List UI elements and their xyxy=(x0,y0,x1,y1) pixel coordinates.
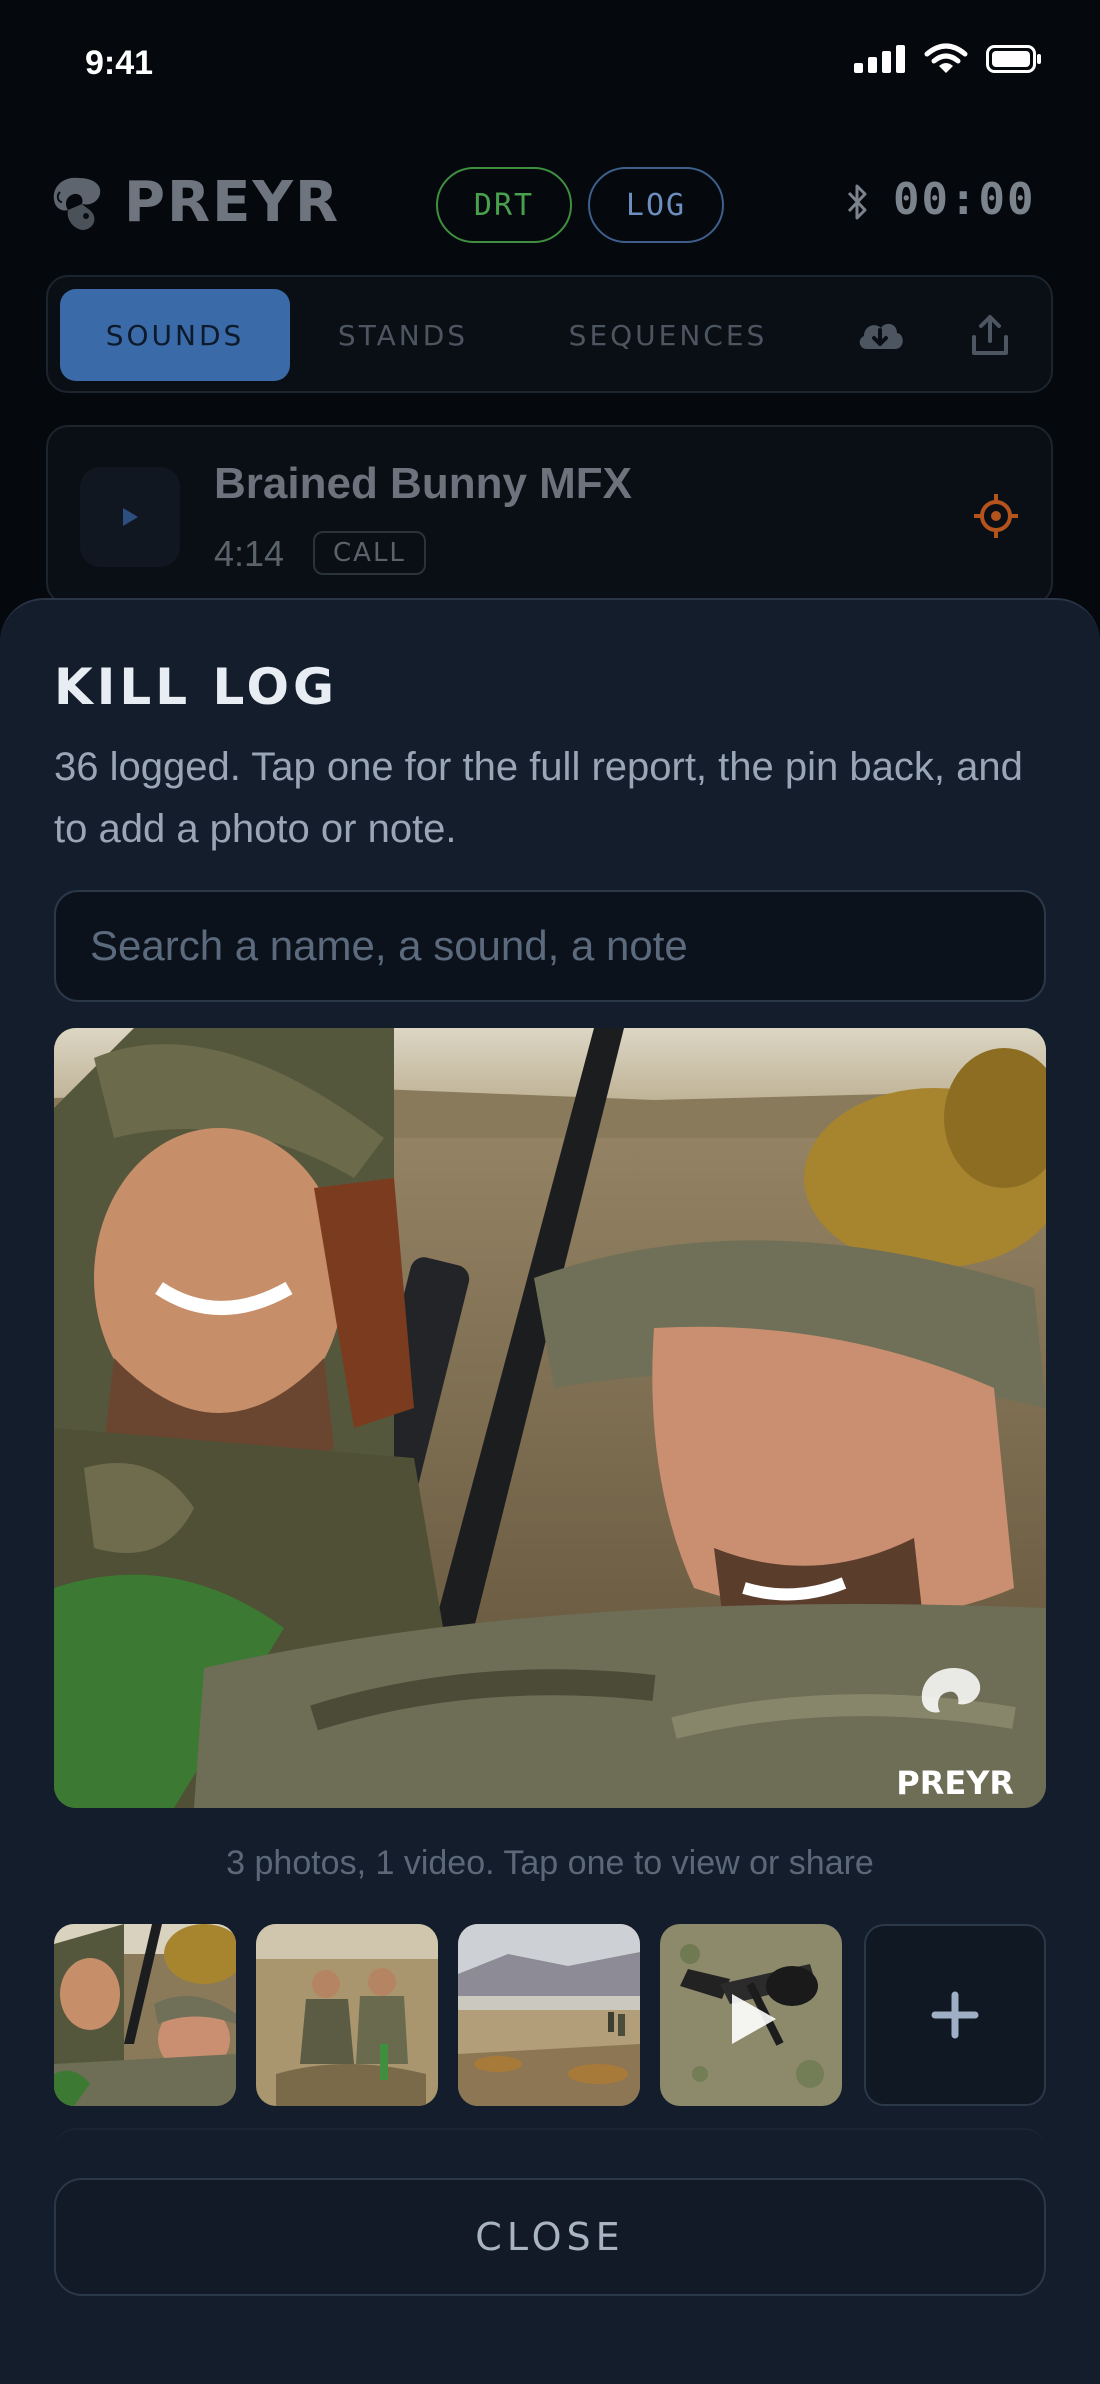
drt-mode-button[interactable]: DRT xyxy=(436,167,572,243)
wifi-icon xyxy=(924,43,968,73)
media-caption: 3 photos, 1 video. Tap one to view or sh… xyxy=(226,1844,874,1882)
video-thumbnail[interactable] xyxy=(660,1924,842,2106)
sheet-title: KILL LOG xyxy=(54,658,339,716)
status-icons xyxy=(854,42,1042,76)
tab-sequences[interactable]: SEQUENCES xyxy=(518,289,818,381)
sound-title: Brained Bunny MFX xyxy=(214,459,633,508)
media-thumbnail[interactable] xyxy=(256,1924,438,2106)
play-button[interactable] xyxy=(80,467,180,567)
logo-wordmark: PREYR xyxy=(124,170,341,235)
cloud-download-icon[interactable] xyxy=(850,305,910,365)
play-icon xyxy=(123,508,138,526)
tab-stands[interactable]: STANDS xyxy=(298,289,508,381)
app-logo: PREYR xyxy=(46,170,340,235)
sound-duration: 4:14 xyxy=(214,533,285,574)
share-upload-icon[interactable] xyxy=(960,305,1020,365)
sheet-subtitle: 36 logged. Tap one for the full report, … xyxy=(54,745,1023,851)
media-thumbnail[interactable] xyxy=(458,1924,640,2106)
cellular-signal-icon xyxy=(854,45,905,73)
media-thumbnail[interactable] xyxy=(54,1924,236,2106)
sound-type-badge: CALL xyxy=(313,531,426,575)
bluetooth-icon[interactable] xyxy=(846,183,870,221)
battery-icon xyxy=(986,45,1041,73)
kill-log-sheet: KILL LOG 36 logged. Tap one for the full… xyxy=(0,598,1100,2384)
plus-icon xyxy=(931,1991,979,2039)
add-media-button[interactable] xyxy=(864,1924,1046,2106)
crosshair-target-icon[interactable] xyxy=(973,493,1019,539)
close-button[interactable]: CLOSE xyxy=(54,2178,1046,2296)
sheet-divider xyxy=(54,2128,1046,2158)
log-mode-button[interactable]: LOG xyxy=(588,167,724,243)
search-input[interactable] xyxy=(90,922,1044,970)
photo-watermark: PREYR xyxy=(896,1764,1014,1802)
session-timer: 00:00 xyxy=(893,174,1036,225)
tab-sounds[interactable]: SOUNDS xyxy=(60,289,290,381)
status-time: 9:41 xyxy=(85,44,154,82)
main-tab-bar: SOUNDS STANDS SEQUENCES xyxy=(46,275,1053,393)
ram-head-icon xyxy=(53,177,101,230)
kill-log-search[interactable] xyxy=(54,890,1046,1002)
sound-list-item[interactable]: Brained Bunny MFX 4:14 CALL xyxy=(46,425,1053,605)
hero-photo[interactable]: PREYR xyxy=(54,1028,1046,1808)
